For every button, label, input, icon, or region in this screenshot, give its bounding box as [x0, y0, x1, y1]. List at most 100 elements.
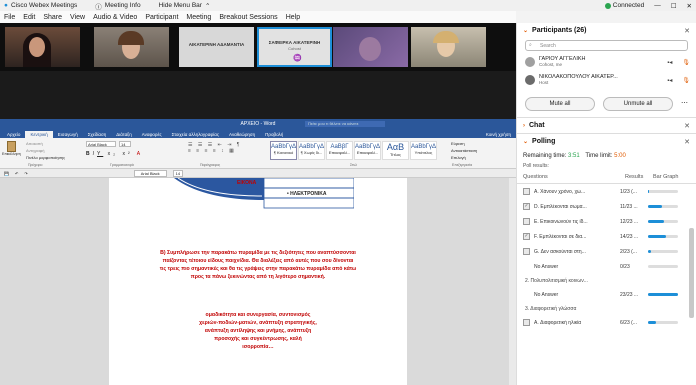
document-page[interactable]: ΕΙΚΟΝΑ • ΗΛΕΚΤΡΟΝΙΚΑ Β) Συμπλήρωσε την π… [109, 178, 407, 385]
replace-button[interactable]: Αντικατάσταση [451, 148, 477, 153]
document-scrollbar[interactable] [509, 178, 516, 385]
poll-answer-row[interactable]: No Answer 0/23 [517, 259, 696, 274]
tile-name: ΑΙΚΑΤΕΡΙΝΗ ΑΔΑΜΑΝΤΙΑ [188, 42, 245, 47]
menu-audio-video[interactable]: Audio & Video [93, 14, 137, 21]
font-size-select[interactable]: 14 [119, 141, 131, 147]
chat-header[interactable]: › Chat ✕ [517, 118, 696, 133]
video-tile-4-active[interactable]: ΣΑΦΕΙΡΚΑ ΑΙΚΑΤΕΡΙΝΗ Cohost ♒ [257, 27, 332, 67]
style-no-spacing[interactable]: AaBbΓγΔ ¶ Χωρίς δι... [298, 141, 325, 160]
maximize-button[interactable]: ☐ [671, 2, 677, 10]
word-tell-me-search[interactable]: Πείτε μου τι θέλετε να κάνετε [305, 121, 385, 127]
poll-answer-row[interactable]: A. Χάνουν χρόνο, χω... 1/23 (... [517, 184, 696, 199]
redo-icon[interactable]: ↷ [24, 171, 27, 176]
participant-hair [118, 31, 144, 45]
paste-button[interactable]: Επικόλληση [2, 141, 21, 156]
more-options-icon[interactable]: ⋯ [681, 97, 688, 111]
answer-checkbox[interactable] [523, 319, 530, 326]
participant-row[interactable]: ΓΑΡΙΟΥ ΑΓΓΕΛΙΚΗ Cohost, me ▪◂ 🎙 [517, 53, 696, 71]
answer-checkbox[interactable] [523, 188, 530, 195]
tab-home[interactable]: Κεντρική [25, 131, 53, 138]
hide-menu-bar-button[interactable]: Hide Menu Bar ⌃ [159, 2, 211, 10]
style-heading-2[interactable]: AaBbΓγΔ Επικεφαλί... [354, 141, 381, 160]
participants-header[interactable]: ⌄ Participants (26) ✕ [517, 23, 696, 38]
mic-muted-icon[interactable]: 🎙 [682, 59, 690, 66]
poll-answer-row[interactable]: ✓ F. Εμπλέκονται σε δια... 14/23 ... [517, 229, 696, 244]
answer-checkbox[interactable]: ✓ [523, 233, 530, 240]
video-tile-1[interactable] [5, 27, 80, 67]
answer-checkbox[interactable] [523, 218, 530, 225]
share-button[interactable]: Κοινή χρήση [481, 131, 516, 138]
poll-question[interactable]: 2. Πολυπολιτισμική κοινων... [517, 274, 696, 287]
tab-references[interactable]: Αναφορές [137, 131, 167, 138]
video-icon[interactable]: ▪◂ [667, 59, 672, 66]
participants-search-input[interactable]: ⌕ Search [525, 40, 688, 51]
participant-face [29, 37, 45, 57]
format-painter-button[interactable]: Πινέλο μορφοποίησης [26, 155, 65, 160]
close-participants-icon[interactable]: ✕ [684, 27, 690, 35]
poll-answer-row[interactable]: ✓ D. Εμπλέκονται σωμα... 11/23 ... [517, 199, 696, 214]
menu-view[interactable]: View [70, 14, 85, 21]
menu-breakout[interactable]: Breakout Sessions [219, 14, 277, 21]
mic-muted-icon[interactable]: 🎙 [682, 77, 690, 84]
paragraph-buttons[interactable]: ☰ ☰ ☰ ⇤ ⇥ ¶ ≡ ≡ ≡ ≡ ↕ ▦ [188, 142, 241, 154]
menu-edit[interactable]: Edit [23, 14, 35, 21]
cut-button[interactable]: Αποκοπή [26, 141, 43, 146]
minimize-button[interactable]: — [654, 2, 661, 9]
tab-review[interactable]: Αναθεώρηση [224, 131, 260, 138]
tab-view[interactable]: Προβολή [260, 131, 288, 138]
poll-answer-row[interactable]: G. Δεν ασκούνται στη... 2/23 (... [517, 244, 696, 259]
menu-meeting[interactable]: Meeting [186, 14, 211, 21]
connection-status[interactable]: Connected [604, 2, 644, 9]
save-icon[interactable]: 💾 [4, 171, 9, 176]
chevron-right-icon: › [523, 122, 525, 129]
tab-file[interactable]: Αρχείο [2, 131, 25, 138]
poll-question[interactable]: 3. Διαφορετική γλώσσα [517, 302, 696, 315]
answer-checkbox[interactable] [523, 248, 530, 255]
copy-button[interactable]: Αντιγραφή [26, 148, 44, 153]
video-tile-2[interactable] [94, 27, 169, 67]
answer-checkbox[interactable]: ✓ [523, 203, 530, 210]
poll-answer-row[interactable]: A. Διαφορετική ηλικία 6/23 (... [517, 315, 696, 330]
menu-share[interactable]: Share [43, 14, 62, 21]
poll-answer-row[interactable]: No Answer 23/23 ... [517, 287, 696, 302]
font-family-select[interactable]: Arial Black [86, 141, 116, 147]
unmute-all-button[interactable]: Unmute all [603, 97, 673, 111]
video-icon[interactable]: ▪◂ [667, 77, 672, 84]
style-normal[interactable]: AaBbΓγΔ ¶ Κανονικό [270, 141, 297, 160]
video-tile-3[interactable]: ΑΙΚΑΤΕΡΙΝΗ ΑΔΑΜΑΝΤΙΑ [179, 27, 254, 67]
polling-header[interactable]: ⌄ Polling ✕ [517, 134, 696, 149]
webex-logo-icon: ● [4, 2, 8, 9]
undo-icon[interactable]: ↶ [15, 171, 18, 176]
style-title[interactable]: AαΒ Τίτλος [382, 141, 409, 160]
menu-participant[interactable]: Participant [145, 14, 178, 21]
participant-face [359, 37, 381, 61]
video-tile-6[interactable] [411, 27, 486, 67]
close-polling-icon[interactable]: ✕ [684, 138, 690, 146]
select-button[interactable]: Επιλογή [451, 155, 466, 160]
tab-mailings[interactable]: Στοιχεία αλληλογραφίας [167, 131, 224, 138]
qat-font-select[interactable]: Arial Black [133, 169, 167, 177]
tab-layout[interactable]: Διάταξη [111, 131, 136, 138]
qat-font-size[interactable]: 14 [172, 169, 184, 177]
video-tile-5[interactable] [333, 27, 408, 67]
close-chat-icon[interactable]: ✕ [684, 122, 690, 130]
mute-all-button[interactable]: Mute all [525, 97, 595, 111]
meeting-info-button[interactable]: ⓘ Meeting Info [95, 1, 140, 11]
font-format-buttons[interactable]: ΒΙΥ x₂ x² A [86, 151, 143, 157]
pyramid-figure [174, 178, 354, 209]
menu-help[interactable]: Help [286, 14, 300, 21]
menu-file[interactable]: File [4, 14, 15, 21]
group-editing: Επεξεργασία [452, 163, 473, 167]
close-button[interactable]: ✕ [687, 2, 692, 10]
style-subtitle[interactable]: AaBbΓγΔ Υπότιτλος [410, 141, 437, 160]
participant-row[interactable]: ΝΙΚΟΛΑΚΟΠΟΥΛΟΥ ΑΙΚΑΤΕΡ... Host ▪◂ 🎙 [517, 71, 696, 89]
answer-result: 12/23 ... [620, 218, 639, 225]
poll-scrollbar[interactable] [689, 228, 694, 318]
tab-insert[interactable]: Εισαγωγή [53, 131, 83, 138]
style-heading-1[interactable]: AaBβΓ Επικεφαλί... [326, 141, 353, 160]
find-button[interactable]: Εύρεση [451, 141, 465, 146]
result-bar-fill [648, 205, 663, 208]
poll-answer-row[interactable]: E. Επικοινωνούν τις ίδ... 12/23 ... [517, 214, 696, 229]
avatar [525, 75, 535, 85]
tab-design[interactable]: Σχεδίαση [83, 131, 112, 138]
